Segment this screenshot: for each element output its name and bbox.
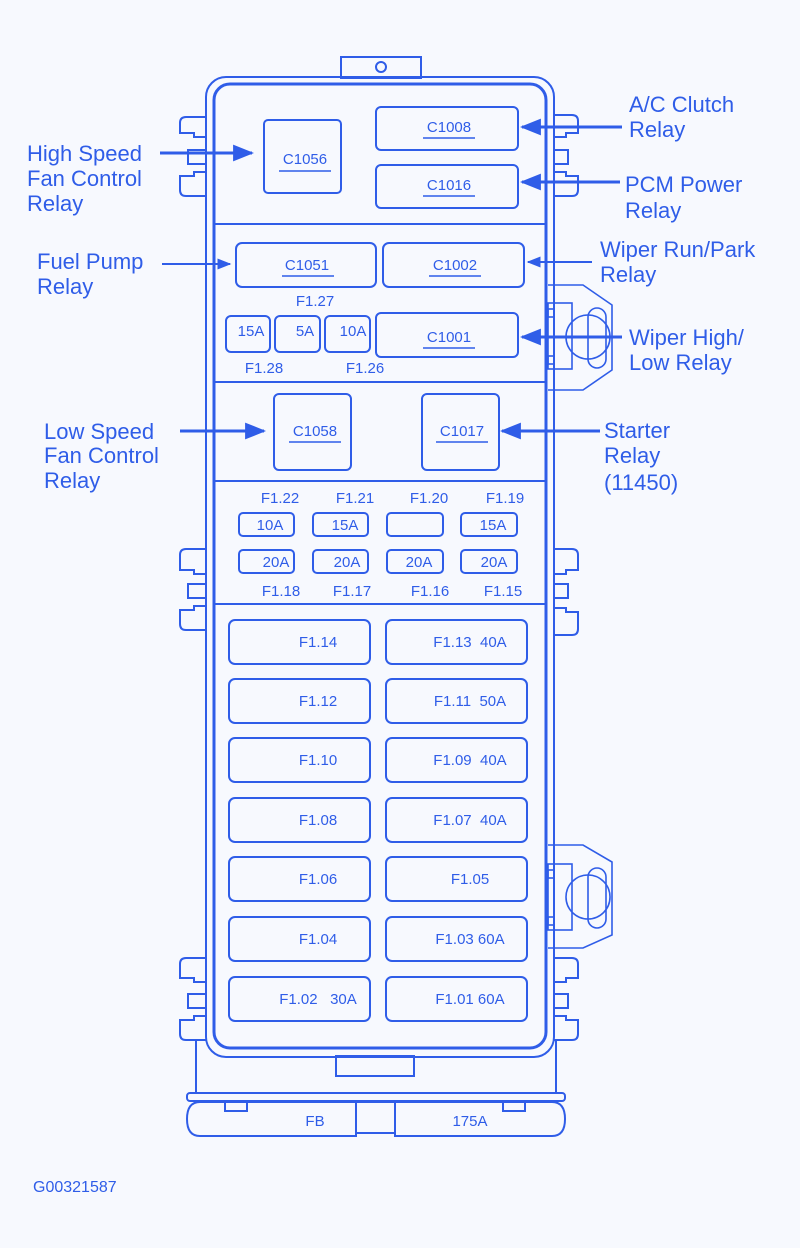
relay-c1051-label: C1051 [285, 257, 329, 274]
fuse-f1-17[interactable]: 20A [312, 549, 369, 574]
relay-c1017[interactable]: C1017 [421, 393, 500, 471]
maxi-fuse[interactable]: F1.02 30A [228, 976, 371, 1022]
maxi-fuse-label: F1.03 60A [435, 931, 504, 948]
callout-pcm-power: PCM Power Relay [625, 172, 748, 223]
side-clips-left [179, 116, 207, 1041]
main-fuse-fb[interactable]: FB 175A [185, 1101, 567, 1137]
callout-starter: Starter Relay (11450) [604, 418, 678, 495]
fuse-f1-17-label: F1.17 [333, 583, 371, 600]
fuse-f1-22-rating: 10A [257, 517, 284, 534]
maxi-fuse-label: F1.14 [299, 634, 337, 651]
fuse-f1-17-rating: 20A [334, 554, 361, 571]
main-fuse-fb-label: FB [305, 1113, 324, 1130]
relay-c1002[interactable]: C1002 [382, 242, 525, 288]
fuse-f1-26-label: F1.26 [346, 360, 384, 377]
fuse-f1-22-label: F1.22 [261, 490, 299, 507]
maxi-fuse-label: F1.02 30A [279, 991, 357, 1008]
fuse-f1-15[interactable]: 20A [460, 549, 518, 574]
relay-c1001[interactable]: C1001 [375, 312, 519, 358]
fuse-f1-28[interactable]: 15A [225, 315, 271, 353]
maxi-fuse[interactable]: F1.14 [228, 619, 371, 665]
relay-c1008-label: C1008 [427, 119, 471, 136]
fuse-f1-15-rating: 20A [481, 554, 508, 571]
fuse-f1-20-label: F1.20 [410, 490, 448, 507]
fuse-f1-21[interactable]: 15A [312, 512, 369, 537]
fuse-f1-26-rating: 10A [340, 323, 367, 340]
relay-c1056-label: C1056 [283, 151, 327, 168]
relay-c1058[interactable]: C1058 [273, 393, 352, 471]
fuse-f1-18-rating: 20A [263, 554, 290, 571]
callout-wiper-run-park: Wiper Run/Park Relay [600, 237, 761, 287]
fuse-f1-19-label: F1.19 [486, 490, 524, 507]
relay-c1058-label: C1058 [293, 423, 337, 440]
fuse-row-upper: F1.22 F1.21 F1.20 F1.19 10A 15A 15A [238, 490, 524, 537]
maxi-fuse-grid: F1.14 F1.13 40A F1.12 F1.11 50A F1.10 F1.09 4… [228, 619, 528, 1022]
callout-low-speed-fan: Low Speed Fan Control Relay [44, 419, 165, 493]
relay-c1001-label: C1001 [427, 329, 471, 346]
fuse-f1-21-label: F1.21 [336, 490, 374, 507]
fuse-f1-27[interactable]: 5A [274, 315, 321, 353]
callout-arrows [160, 118, 622, 440]
maxi-fuse[interactable]: F1.03 60A [385, 916, 528, 962]
fuse-f1-21-rating: 15A [332, 517, 359, 534]
relay-c1056[interactable]: C1056 [263, 119, 342, 194]
maxi-fuse-label: F1.06 [299, 871, 337, 888]
maxi-fuse[interactable]: F1.06 [228, 856, 371, 902]
maxi-fuse-label: F1.09 40A [433, 752, 506, 769]
fuse-box-diagram: C1056 C1008 C1016 C1051 C1002 C1001 C105… [27, 56, 761, 1196]
maxi-fuse[interactable]: F1.09 40A [385, 737, 528, 783]
maxi-fuse-label: F1.12 [299, 693, 337, 710]
fuse-f1-28-rating: 15A [238, 323, 265, 340]
maxi-fuse-label: F1.04 [299, 931, 337, 948]
maxi-fuse[interactable]: F1.11 50A [385, 678, 528, 724]
callout-wiper-high-low: Wiper High/ Low Relay [629, 325, 750, 375]
relay-c1016[interactable]: C1016 [375, 164, 519, 209]
maxi-fuse-label: F1.13 40A [433, 634, 506, 651]
maxi-fuse-label: F1.08 [299, 812, 337, 829]
fuse-f1-19-rating: 15A [480, 517, 507, 534]
fuse-f1-18-label: F1.18 [262, 583, 300, 600]
maxi-fuse-label: F1.07 40A [433, 812, 506, 829]
fuse-f1-27-label: F1.27 [296, 293, 334, 310]
callout-high-speed-fan: High Speed Fan Control Relay [27, 141, 148, 216]
maxi-fuse[interactable]: F1.05 [385, 856, 528, 902]
callout-ac-clutch: A/C Clutch Relay [629, 92, 740, 142]
callout-fuel-pump: Fuel Pump Relay [37, 249, 150, 299]
fuse-f1-27-rating: 5A [296, 323, 314, 340]
maxi-fuse-label: F1.10 [299, 752, 337, 769]
maxi-fuse[interactable]: F1.08 [228, 797, 371, 843]
relay-c1017-label: C1017 [440, 423, 484, 440]
maxi-fuse[interactable]: F1.01 60A [385, 976, 528, 1022]
maxi-fuse[interactable]: F1.04 [228, 916, 371, 962]
relay-c1008[interactable]: C1008 [375, 106, 519, 151]
relay-c1002-label: C1002 [433, 257, 477, 274]
fuse-f1-15-label: F1.15 [484, 583, 522, 600]
fuse-row-lower: 20A 20A 20A 20A F1.18 F1.17 F1.16 F1.15 [238, 549, 522, 600]
maxi-fuse[interactable]: F1.10 [228, 737, 371, 783]
relay-c1051[interactable]: C1051 [235, 242, 377, 288]
fuse-f1-28-label: F1.28 [245, 360, 283, 377]
fuse-f1-16-label: F1.16 [411, 583, 449, 600]
maxi-fuse-label: F1.11 50A [434, 693, 506, 710]
main-fuse-rating: 175A [452, 1113, 487, 1130]
fuse-f1-20[interactable] [386, 512, 444, 537]
fuse-f1-18[interactable]: 20A [238, 549, 295, 574]
fuse-f1-16-rating: 20A [406, 554, 433, 571]
connector-boss-lower [547, 844, 613, 949]
fuse-f1-22[interactable]: 10A [238, 512, 295, 537]
maxi-fuse[interactable]: F1.12 [228, 678, 371, 724]
fuse-f1-16[interactable]: 20A [386, 549, 444, 574]
maxi-fuse-label: F1.01 60A [435, 991, 504, 1008]
maxi-fuse-label: F1.05 [451, 871, 489, 888]
relay-c1016-label: C1016 [427, 177, 471, 194]
fuse-f1-19[interactable]: 15A [460, 512, 518, 537]
maxi-fuse[interactable]: F1.07 40A [385, 797, 528, 843]
fuse-f1-26[interactable]: 10A [324, 315, 371, 353]
top-tab [340, 56, 422, 79]
diagram-id-code: G00321587 [33, 1179, 117, 1196]
maxi-fuse[interactable]: F1.13 40A [385, 619, 528, 665]
